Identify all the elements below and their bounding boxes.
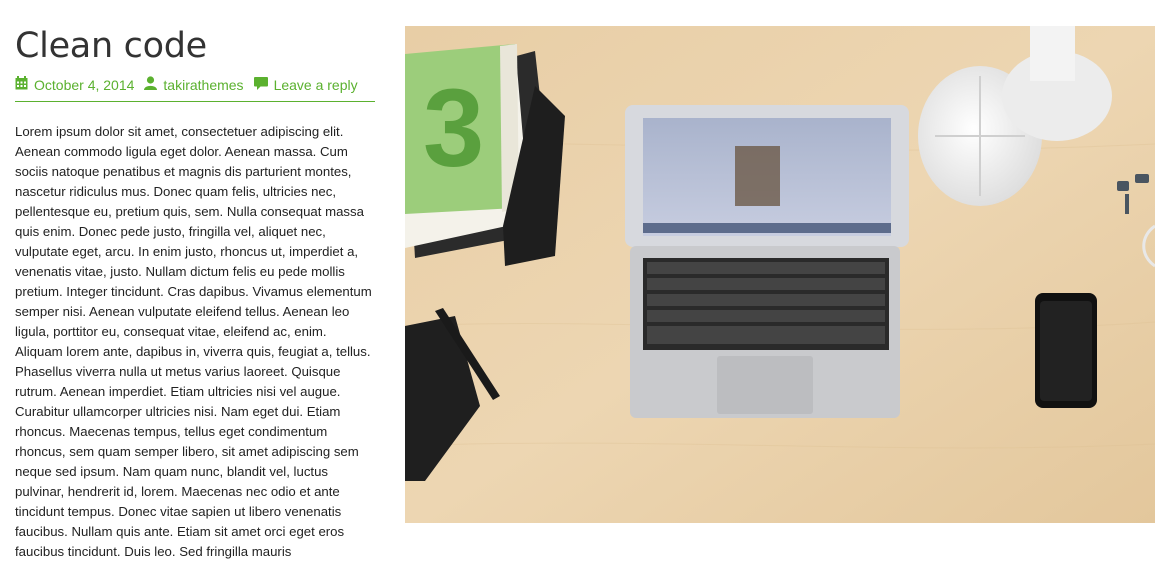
post-date: October 4, 2014 [34,76,135,93]
post-title[interactable]: Clean code [15,22,375,70]
post-content: Lorem ipsum dolor sit amet, consectetuer… [15,124,372,559]
post-author: takirathemes [163,76,244,93]
desk-photo: 3 [405,26,1155,523]
post-author-link[interactable]: takirathemes [144,76,244,93]
user-icon [144,76,163,93]
post-column: Clean code October 4, 2014 takirathemes … [15,22,375,575]
calendar-icon [15,76,34,93]
featured-image[interactable]: 3 [405,26,1155,523]
comment-icon [253,76,274,93]
post-meta: October 4, 2014 takirathemes Leave a rep… [15,76,375,102]
post-date-link[interactable]: October 4, 2014 [15,76,134,93]
leave-reply-label: Leave a reply [273,76,358,93]
leave-reply-link[interactable]: Leave a reply [253,76,358,93]
svg-text:3: 3 [423,67,484,190]
